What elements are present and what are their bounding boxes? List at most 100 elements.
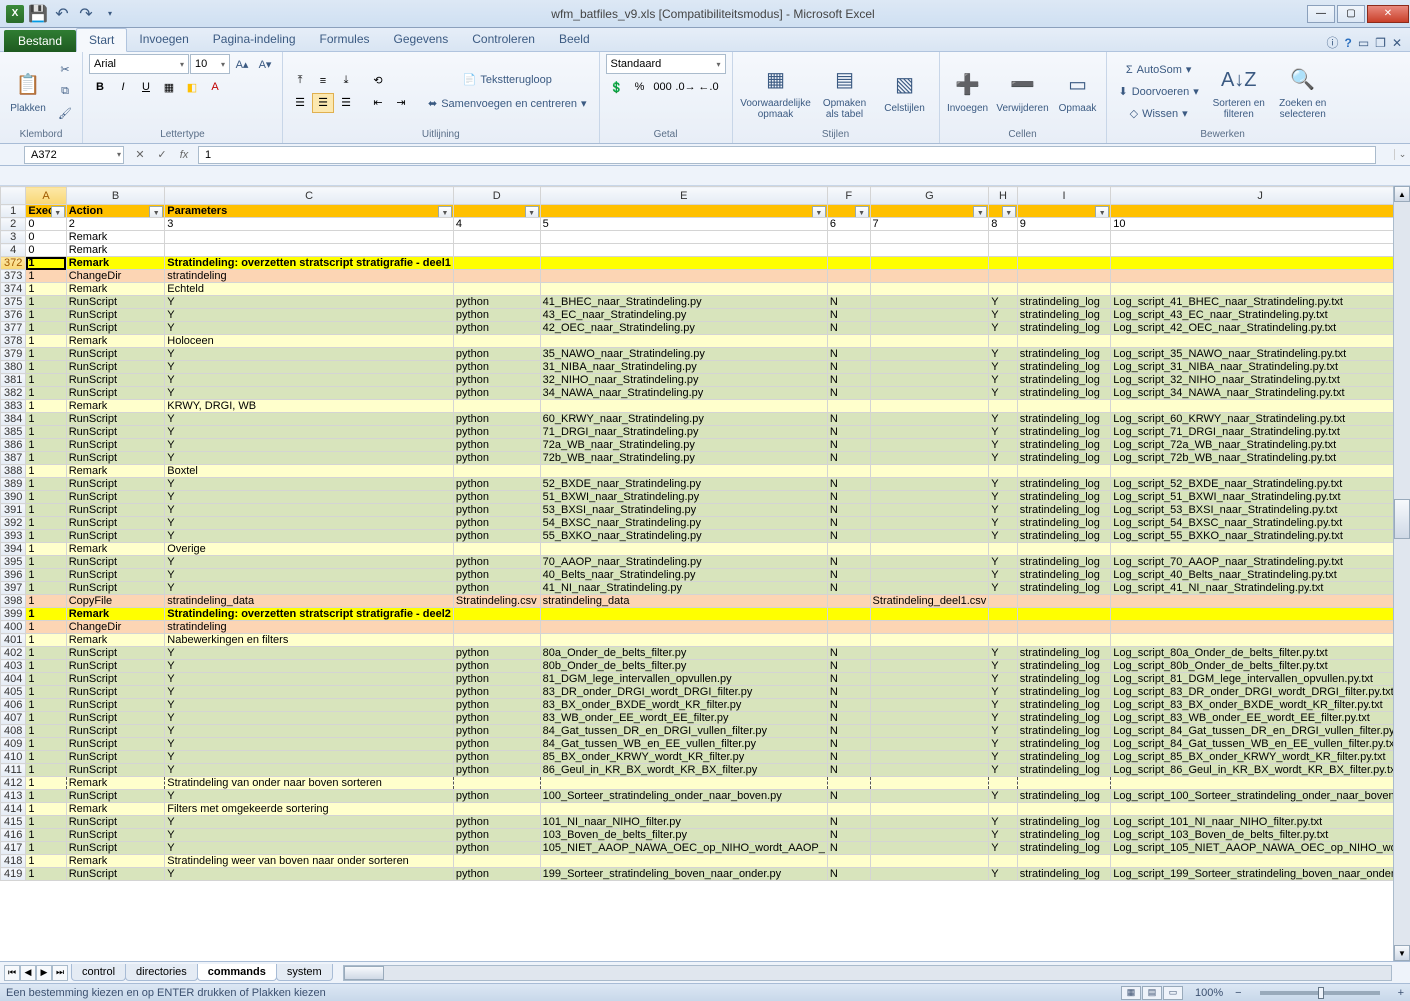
- cell-418-A[interactable]: 1: [26, 855, 66, 868]
- cell-383-F[interactable]: [827, 400, 870, 413]
- cell-2-E[interactable]: 5: [540, 218, 827, 231]
- cell-378-F[interactable]: [827, 335, 870, 348]
- cell-399-A[interactable]: 1: [26, 608, 66, 621]
- tab-gegevens[interactable]: Gegevens: [382, 28, 461, 51]
- sheet-nav-prev[interactable]: ◀: [20, 965, 36, 981]
- cell-407-B[interactable]: RunScript: [66, 712, 165, 725]
- cell-401-C[interactable]: Nabewerkingen en filters: [165, 634, 454, 647]
- row-header-382[interactable]: 382: [1, 387, 26, 400]
- cell-395-H[interactable]: Y: [989, 556, 1017, 569]
- cell-379-A[interactable]: 1: [26, 348, 66, 361]
- cell-406-C[interactable]: Y: [165, 699, 454, 712]
- cell-389-A[interactable]: 1: [26, 478, 66, 491]
- cell-382-E[interactable]: 34_NAWA_naar_Stratindeling.py: [540, 387, 827, 400]
- filter-E[interactable]: ▼: [812, 206, 826, 218]
- filter-C[interactable]: ▼: [438, 206, 452, 218]
- col-header-F[interactable]: F: [827, 187, 870, 205]
- cell-400-D[interactable]: [453, 621, 540, 634]
- cell-385-E[interactable]: 71_DRGI_naar_Stratindeling.py: [540, 426, 827, 439]
- cell-382-B[interactable]: RunScript: [66, 387, 165, 400]
- cell-2-J[interactable]: 10: [1111, 218, 1410, 231]
- cell-390-H[interactable]: Y: [989, 491, 1017, 504]
- cell-391-C[interactable]: Y: [165, 504, 454, 517]
- cell-378-H[interactable]: [989, 335, 1017, 348]
- cell-415-J[interactable]: Log_script_101_NI_naar_NIHO_filter.py.tx…: [1111, 816, 1410, 829]
- cell-374-G[interactable]: [870, 283, 989, 296]
- font-color-button[interactable]: A: [204, 77, 226, 97]
- cell-412-D[interactable]: [453, 777, 540, 790]
- cell-389-C[interactable]: Y: [165, 478, 454, 491]
- row-header-416[interactable]: 416: [1, 829, 26, 842]
- cell-380-H[interactable]: Y: [989, 361, 1017, 374]
- cell-380-G[interactable]: [870, 361, 989, 374]
- cell-407-A[interactable]: 1: [26, 712, 66, 725]
- cell-406-H[interactable]: Y: [989, 699, 1017, 712]
- filter-A[interactable]: ▼: [51, 206, 65, 218]
- cell-374-I[interactable]: [1017, 283, 1110, 296]
- horizontal-scrollbar[interactable]: [343, 965, 1392, 981]
- cell-3-E[interactable]: [540, 231, 827, 244]
- underline-button[interactable]: U: [135, 77, 157, 97]
- cell-385-J[interactable]: Log_script_71_DRGI_naar_Stratindeling.py…: [1111, 426, 1410, 439]
- cell-3-C[interactable]: [165, 231, 454, 244]
- cell-408-J[interactable]: Log_script_84_Gat_tussen_DR_en_DRGI_vull…: [1111, 725, 1410, 738]
- cell-374-B[interactable]: Remark: [66, 283, 165, 296]
- cell-396-H[interactable]: Y: [989, 569, 1017, 582]
- fx-button[interactable]: fx: [174, 146, 194, 164]
- align-bottom-button[interactable]: ⤓: [335, 71, 357, 91]
- cell-372-D[interactable]: [453, 257, 540, 270]
- cell-384-C[interactable]: Y: [165, 413, 454, 426]
- cell-404-J[interactable]: Log_script_81_DGM_lege_intervallen_opvul…: [1111, 673, 1410, 686]
- cell-3-G[interactable]: [870, 231, 989, 244]
- cell-395-B[interactable]: RunScript: [66, 556, 165, 569]
- cell-381-E[interactable]: 32_NIHO_naar_Stratindeling.py: [540, 374, 827, 387]
- cell-384-E[interactable]: 60_KRWY_naar_Stratindeling.py: [540, 413, 827, 426]
- cell-1-B[interactable]: Action▼: [66, 205, 165, 218]
- cell-375-G[interactable]: [870, 296, 989, 309]
- cell-406-B[interactable]: RunScript: [66, 699, 165, 712]
- cell-401-J[interactable]: [1111, 634, 1410, 647]
- cell-3-H[interactable]: [989, 231, 1017, 244]
- cell-391-J[interactable]: Log_script_53_BXSI_naar_Stratindeling.py…: [1111, 504, 1410, 517]
- cell-398-B[interactable]: CopyFile: [66, 595, 165, 608]
- cell-3-F[interactable]: [827, 231, 870, 244]
- cell-2-I[interactable]: 9: [1017, 218, 1110, 231]
- cell-413-F[interactable]: N: [827, 790, 870, 803]
- cell-384-I[interactable]: stratindeling_log: [1017, 413, 1110, 426]
- cell-389-I[interactable]: stratindeling_log: [1017, 478, 1110, 491]
- cell-400-H[interactable]: [989, 621, 1017, 634]
- row-header-394[interactable]: 394: [1, 543, 26, 556]
- cell-388-G[interactable]: [870, 465, 989, 478]
- cell-380-E[interactable]: 31_NIBA_naar_Stratindeling.py: [540, 361, 827, 374]
- cell-400-J[interactable]: [1111, 621, 1410, 634]
- cell-391-B[interactable]: RunScript: [66, 504, 165, 517]
- cell-405-C[interactable]: Y: [165, 686, 454, 699]
- tab-start[interactable]: Start: [76, 28, 127, 52]
- cell-383-J[interactable]: [1111, 400, 1410, 413]
- cell-419-D[interactable]: python: [453, 868, 540, 881]
- cell-415-H[interactable]: Y: [989, 816, 1017, 829]
- cell-400-G[interactable]: [870, 621, 989, 634]
- col-header-H[interactable]: H: [989, 187, 1017, 205]
- cell-373-E[interactable]: [540, 270, 827, 283]
- cell-375-J[interactable]: Log_script_41_BHEC_naar_Stratindeling.py…: [1111, 296, 1410, 309]
- cell-411-E[interactable]: 86_Geul_in_KR_BX_wordt_KR_BX_filter.py: [540, 764, 827, 777]
- cell-394-F[interactable]: [827, 543, 870, 556]
- hscroll-thumb[interactable]: [344, 966, 384, 980]
- paste-button[interactable]: 📋 Plakken: [6, 59, 50, 125]
- cell-376-D[interactable]: python: [453, 309, 540, 322]
- cell-386-I[interactable]: stratindeling_log: [1017, 439, 1110, 452]
- cell-412-C[interactable]: Stratindeling van onder naar boven sorte…: [165, 777, 454, 790]
- cell-377-A[interactable]: 1: [26, 322, 66, 335]
- cell-384-B[interactable]: RunScript: [66, 413, 165, 426]
- cell-402-I[interactable]: stratindeling_log: [1017, 647, 1110, 660]
- cell-413-B[interactable]: RunScript: [66, 790, 165, 803]
- cell-407-I[interactable]: stratindeling_log: [1017, 712, 1110, 725]
- cell-391-D[interactable]: python: [453, 504, 540, 517]
- cell-1-E[interactable]: ▼: [540, 205, 827, 218]
- cell-411-I[interactable]: stratindeling_log: [1017, 764, 1110, 777]
- page-layout-view-button[interactable]: ▤: [1142, 986, 1162, 1000]
- cell-419-F[interactable]: N: [827, 868, 870, 881]
- cell-378-I[interactable]: [1017, 335, 1110, 348]
- cell-384-J[interactable]: Log_script_60_KRWY_naar_Stratindeling.py…: [1111, 413, 1410, 426]
